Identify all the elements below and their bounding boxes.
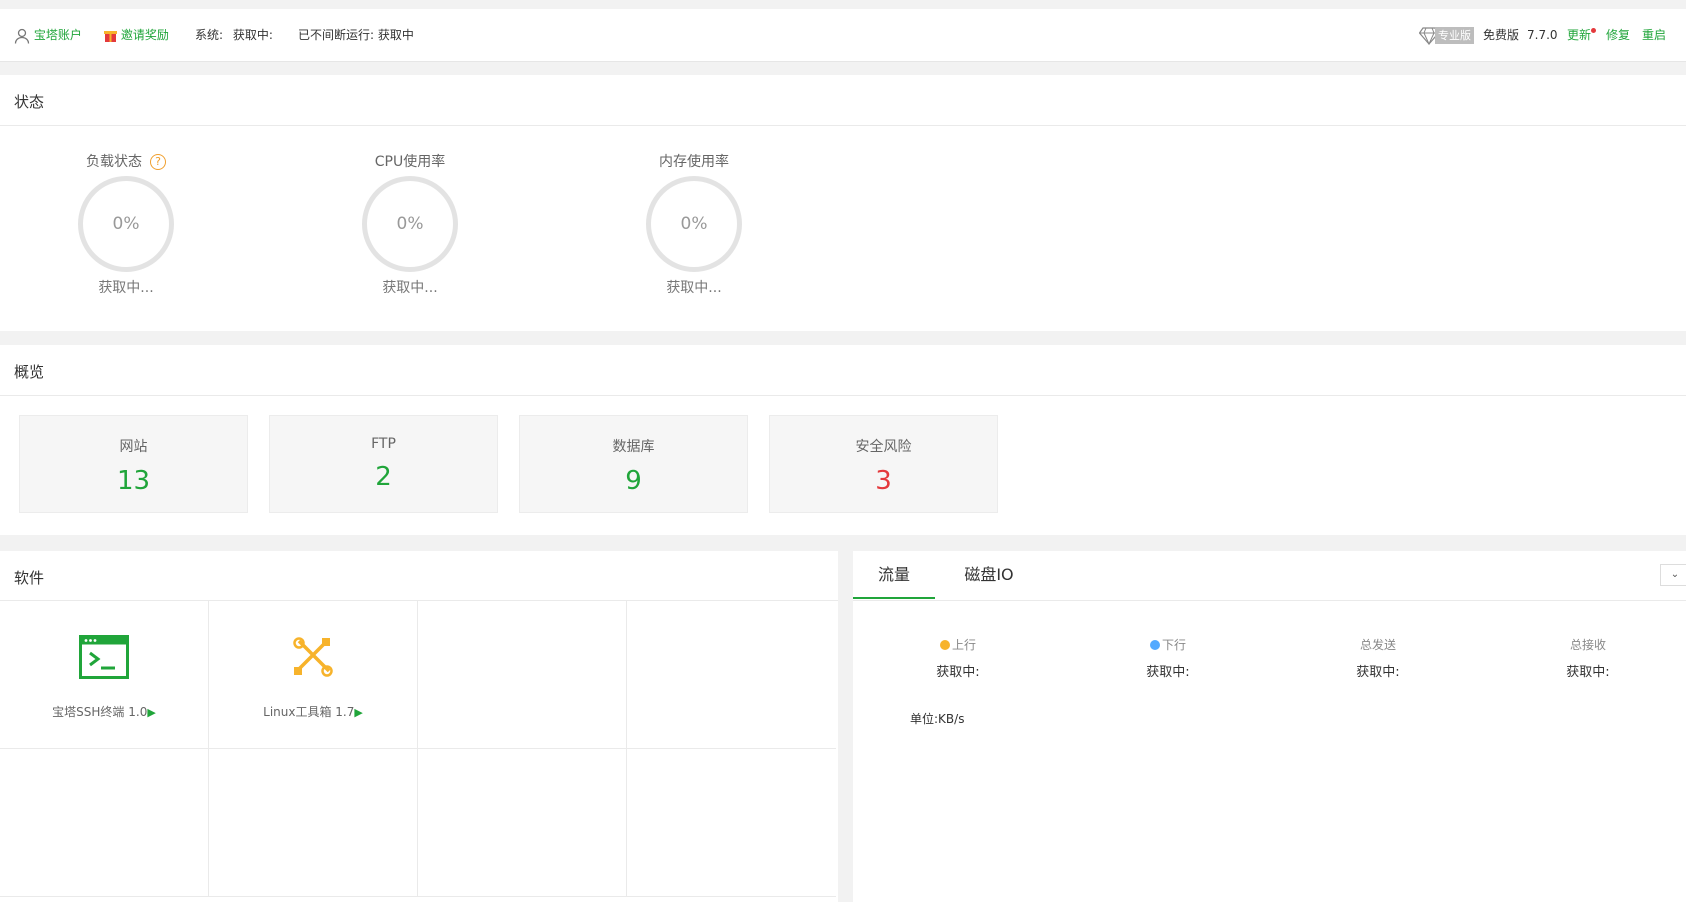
card-name: FTP (371, 436, 396, 452)
software-panel: 软件 宝塔SSH终端 1.0▶ Linux工具箱 1.7▶ (0, 551, 838, 902)
stat-total-received: 总接收 获取中: (1508, 636, 1668, 680)
stat-label: 上行 (951, 638, 976, 652)
stat-label: 下行 (1161, 638, 1186, 652)
overview-card-database[interactable]: 数据库 9 (519, 415, 748, 513)
card-value: 2 (375, 462, 392, 492)
software-name: Linux工具箱 1.7▶ (263, 705, 363, 719)
traffic-divider (853, 600, 1686, 601)
software-slot-empty[interactable] (418, 749, 627, 897)
load-gauge-value: 0% (112, 214, 140, 234)
card-name: 网站 (119, 439, 148, 455)
overview-title: 概览 (14, 363, 45, 381)
stat-value: 获取中: (1566, 665, 1610, 680)
restart-button[interactable]: 重启 (1642, 9, 1666, 61)
status-title: 状态 (14, 93, 45, 111)
stat-label: 总接收 (1569, 638, 1606, 652)
cpu-gauge-value: 0% (396, 214, 424, 234)
top-bar: 宝塔账户 邀请奖励 系统: 获取中: 已不间断运行: 获取中 专业版 免费版 7… (0, 9, 1686, 62)
cpu-gauge-status: 获取中... (382, 280, 438, 296)
repair-button[interactable]: 修复 (1606, 9, 1630, 61)
overview-card-ftp[interactable]: FTP 2 (269, 415, 498, 513)
play-icon[interactable]: ▶ (354, 706, 362, 719)
interface-select[interactable]: ⌄ (1660, 564, 1686, 586)
memory-gauge-value: 0% (680, 214, 708, 234)
pro-badge[interactable]: 专业版 (1419, 9, 1474, 61)
overview-divider (0, 395, 1686, 396)
status-panel: 状态 负载状态? 0% 获取中... CPU使用率 0% 获取中... 内存使用… (0, 75, 1686, 331)
software-name: 宝塔SSH终端 1.0▶ (52, 705, 156, 719)
memory-gauge[interactable]: 内存使用率 0% 获取中... (599, 152, 789, 297)
software-slot-empty[interactable] (0, 749, 209, 897)
software-slot-empty[interactable] (627, 749, 836, 897)
load-gauge-label: 负载状态? (31, 152, 221, 172)
help-icon[interactable]: ? (150, 154, 166, 170)
version-label: 7.7.0 (1527, 28, 1558, 42)
upload-dot-icon (939, 640, 950, 650)
update-dot (1591, 28, 1597, 33)
traffic-panel (853, 551, 1686, 902)
overview-card-website[interactable]: 网站 13 (19, 415, 248, 513)
system-value: 获取中: (232, 28, 273, 42)
stat-value: 获取中: (936, 665, 980, 680)
cpu-gauge-label: CPU使用率 (374, 154, 446, 170)
account-label: 宝塔账户 (33, 28, 82, 42)
edition-label: 免费版 (1483, 28, 1520, 42)
card-name: 安全风险 (855, 439, 912, 455)
overview-card-security-risk[interactable]: 安全风险 3 (769, 415, 998, 513)
account-link[interactable]: 宝塔账户 (14, 9, 82, 61)
cpu-gauge-ring: 0% (362, 176, 458, 272)
status-divider (0, 125, 1686, 126)
uptime-info: 已不间断运行: 获取中 (298, 28, 414, 42)
load-gauge[interactable]: 负载状态? 0% 获取中... (31, 152, 221, 297)
memory-gauge-label: 内存使用率 (659, 154, 729, 170)
load-gauge-status: 获取中... (98, 280, 154, 296)
tab-traffic[interactable]: 流量 (853, 551, 935, 599)
system-label: 系统: (195, 28, 224, 42)
play-icon[interactable]: ▶ (147, 706, 155, 719)
pro-badge-label: 专业版 (1435, 27, 1474, 44)
card-value: 9 (625, 466, 642, 496)
invite-link[interactable]: 邀请奖励 (104, 9, 169, 61)
invite-label: 邀请奖励 (120, 28, 169, 42)
stat-label: 总发送 (1359, 638, 1396, 652)
memory-gauge-status: 获取中... (666, 280, 722, 296)
software-slot-empty[interactable] (209, 749, 418, 897)
terminal-icon (79, 635, 129, 679)
software-item-ssh[interactable]: 宝塔SSH终端 1.0▶ (0, 601, 209, 749)
tab-disk-io[interactable]: 磁盘IO (953, 551, 1025, 599)
stat-total-sent: 总发送 获取中: (1298, 636, 1458, 680)
update-label: 更新 (1567, 28, 1592, 42)
load-gauge-ring: 0% (78, 176, 174, 272)
stat-upload: 上行 获取中: (878, 636, 1038, 680)
update-button[interactable]: 更新 (1567, 9, 1597, 61)
download-dot-icon (1149, 640, 1160, 650)
unit-label: 单位:KB/s (910, 712, 965, 726)
cpu-gauge[interactable]: CPU使用率 0% 获取中... (315, 152, 505, 297)
software-item-toolbox[interactable]: Linux工具箱 1.7▶ (209, 601, 418, 749)
chevron-down-icon: ⌄ (1670, 569, 1680, 580)
toolbox-icon (293, 637, 333, 677)
memory-gauge-ring: 0% (646, 176, 742, 272)
user-icon (14, 28, 30, 44)
system-info: 系统: 获取中: (195, 9, 273, 61)
stat-value: 获取中: (1356, 665, 1400, 680)
software-title: 软件 (14, 569, 45, 587)
gift-icon (104, 31, 117, 42)
software-slot-empty[interactable] (418, 601, 627, 749)
card-value: 3 (875, 466, 892, 496)
card-name: 数据库 (612, 439, 655, 455)
stat-value: 获取中: (1146, 665, 1190, 680)
card-value: 13 (116, 466, 151, 496)
stat-download: 下行 获取中: (1088, 636, 1248, 680)
software-slot-empty[interactable] (627, 601, 836, 749)
